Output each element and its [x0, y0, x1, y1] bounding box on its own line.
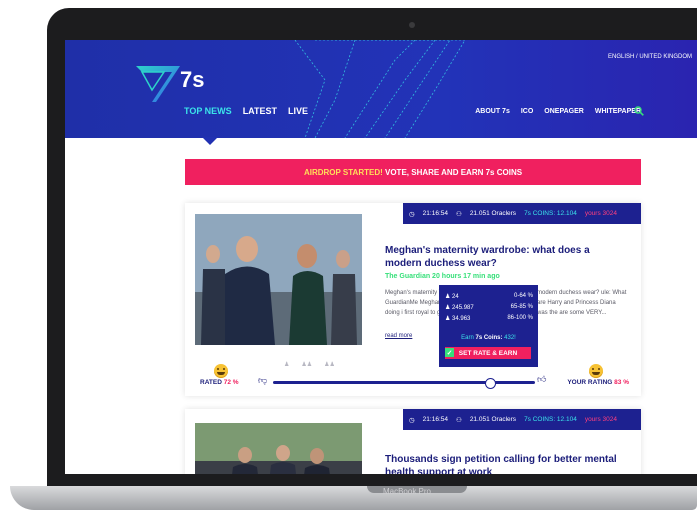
your-rating-pct: 83 % [614, 379, 629, 386]
active-tab-pointer [202, 137, 218, 145]
popup-value: ♟ 245.987 [445, 305, 474, 311]
photo-illustration [195, 214, 362, 345]
airdrop-banner[interactable]: AIRDROP STARTED! VOTE, SHARE AND EARN 7s… [185, 159, 641, 185]
popup-range: 65-85 % [510, 304, 533, 310]
clock-icon: ◷ [409, 210, 415, 218]
nav-live[interactable]: LIVE [288, 106, 308, 116]
your-rating-label: YOUR RATING 83 % [567, 379, 629, 386]
slider-thumb[interactable] [485, 378, 497, 389]
oracles-count: 21.051 Oraclers [469, 210, 517, 217]
rating-slider[interactable] [273, 378, 535, 389]
people-icon: ♟♟ [301, 362, 313, 368]
site-header: 7s ENGLISH / UNITED KINGDOM TOP NEWS LAT… [65, 40, 697, 138]
set-rate-earn-button[interactable]: ✓ SET RATE & EARN [445, 347, 531, 359]
article-title[interactable]: Thousands sign petition calling for bett… [385, 453, 625, 474]
popup-range: 86-100 % [507, 315, 533, 321]
article-source: The Guardian 20 hours 17 min ago [385, 273, 500, 280]
banner-accent: AIRDROP STARTED! [303, 167, 383, 177]
secondary-nav: ABOUT 7s ICO ONEPAGER WHITEPAPER [475, 108, 641, 115]
rated-pct: 72 % [223, 379, 239, 386]
photo-illustration [195, 423, 362, 474]
clock-icon: ◷ [409, 416, 415, 424]
nav-latest[interactable]: LATEST [243, 106, 277, 116]
smiley-icon [589, 364, 603, 378]
laptop-base [10, 486, 697, 510]
timestamp: 21:16:54 [422, 210, 448, 217]
rating-popup: ♟ 24 0-64 % ♟ 245.987 65-85 % ♟ 34.963 8… [439, 285, 538, 367]
read-more-link[interactable]: read more [385, 333, 412, 339]
check-icon: ✓ [445, 348, 454, 357]
coins-total: 7s COINS: 12.104 [524, 210, 577, 217]
timestamp: 21:16:54 [422, 416, 448, 423]
coins-yours: yours 3024 [584, 210, 617, 217]
news-photo[interactable] [195, 214, 362, 345]
oracles-count: 21.051 Oraclers [469, 416, 517, 423]
news-card: ◷ 21:16:54 ⚇ 21.051 Oraclers 7s COINS: 1… [185, 203, 641, 396]
rated-label: RATED 72 % [200, 379, 239, 386]
search-icon[interactable] [634, 106, 644, 116]
device-label: MacBook Pro [382, 487, 432, 496]
nav-about[interactable]: ABOUT 7s [475, 108, 510, 115]
brand-logo-text[interactable]: 7s [180, 67, 204, 93]
people-group-icon: ♟♟ [324, 362, 335, 368]
popup-range: 0-64 % [513, 293, 533, 299]
coins-total: 7s COINS: 12.104 [524, 416, 577, 423]
coins-yours: yours 3024 [584, 416, 617, 423]
person-icon: ♟ [284, 362, 290, 368]
oracles-icon: ⚇ [455, 210, 462, 218]
news-card: ◷ 21:16:54 ⚇ 21.051 Oraclers 7s COINS: 1… [185, 409, 641, 474]
nav-onepager[interactable]: ONEPAGER [544, 108, 584, 115]
popup-earn-text: Earn 7s Coins: 432! [461, 335, 516, 341]
article-title[interactable]: Meghan's maternity wardrobe: what does a… [385, 244, 625, 270]
thumbs-up-icon[interactable]: 👍︎ [537, 374, 546, 385]
popup-row: ♟ 245.987 65-85 % [445, 304, 533, 311]
banner-text: VOTE, SHARE AND EARN 7s COINS [385, 167, 523, 177]
snippet-right: modern duchess wear? ule: What are Harry… [537, 290, 627, 316]
smiley-icon [214, 364, 228, 378]
popup-row: ♟ 24 0-64 % [445, 293, 533, 300]
stats-strip: ◷ 21:16:54 ⚇ 21.051 Oraclers 7s COINS: 1… [403, 409, 641, 430]
nav-top-news[interactable]: TOP NEWS [184, 106, 232, 116]
popup-value: ♟ 34.963 [445, 316, 471, 322]
thumbs-down-icon[interactable]: 👎︎ [258, 375, 267, 386]
news-photo[interactable] [195, 423, 362, 474]
camera-icon [409, 22, 415, 28]
popup-value: ♟ 24 [445, 294, 459, 300]
primary-nav: TOP NEWS LATEST LIVE [184, 106, 308, 116]
stats-strip: ◷ 21:16:54 ⚇ 21.051 Oraclers 7s COINS: 1… [403, 203, 641, 224]
rating-hints: ♟ ♟♟ ♟♟ [284, 361, 335, 368]
nav-ico[interactable]: ICO [521, 108, 533, 115]
popup-row: ♟ 34.963 86-100 % [445, 315, 533, 322]
oracles-icon: ⚇ [455, 416, 462, 424]
locale-selector[interactable]: ENGLISH / UNITED KINGDOM [608, 54, 692, 60]
app-screen: 7s ENGLISH / UNITED KINGDOM TOP NEWS LAT… [65, 40, 697, 474]
